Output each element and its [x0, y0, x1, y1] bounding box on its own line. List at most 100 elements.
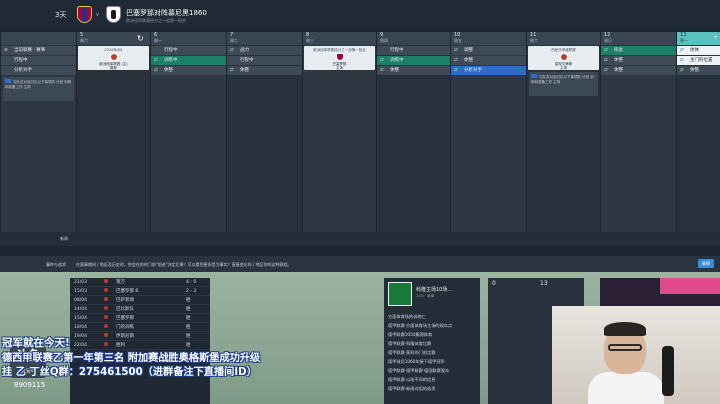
swap-icon: ⇄	[604, 68, 608, 73]
calendar-day-column[interactable]: 5 周六 ↻ 2026年4月 欧洲冠军联赛 (主) 赛前	[76, 32, 150, 232]
news-item[interactable]: 德甲联赛·莫科的门前比赛	[388, 348, 478, 357]
calendar-day-column[interactable]: 8 周三 欧洲冠军联赛经分之一战第一回合 巴塞罗那 主场	[302, 32, 376, 232]
fixture-row[interactable]: 19/04 伊斯尼斯 胜	[70, 332, 210, 341]
training-slot[interactable]: ⊕ 当前联赛 · 赛事	[1, 46, 76, 55]
fixture-result: 胜	[186, 316, 191, 321]
schedule-calendar: ⊕ 当前联赛 · 赛事 行程中 分析对手 与队友对话讨论以下事项的 计划 训练和准备工作…	[0, 32, 720, 232]
calendar-day-column[interactable]: 13 周一 + ⇄ 体休 ⇄ 主门的位置 ⇄ 休整	[676, 32, 720, 232]
fixture-row[interactable]: 08/04 巴萨新闻 胜	[70, 296, 210, 305]
weekday-label: 周三	[306, 38, 314, 43]
weekday-label: 周六	[530, 38, 538, 43]
training-slot[interactable]: ⇄ 分析对手	[451, 66, 526, 75]
news-strip: 新闻	[0, 232, 720, 246]
news-item[interactable]: 德甲联赛1050集锦体育	[388, 330, 478, 339]
fixture-date: 19/04	[74, 334, 87, 339]
event-note[interactable]: 与队友对话讨论以下事项的 计划 训练和准备工作 主场	[529, 72, 598, 96]
match-card[interactable]: 西班牙甲级联赛 皇家贝蒂斯 主场	[528, 46, 599, 70]
fixture-opponent: 伊斯尼斯	[116, 334, 134, 339]
training-slot[interactable]: ⇄ 休整	[451, 56, 526, 65]
news-item[interactable]: 方面体育场的训练仁	[388, 312, 478, 321]
training-slot[interactable]: ⇄ 休整	[227, 66, 302, 75]
training-slot[interactable]: 分析对手	[1, 66, 76, 75]
news-item[interactable]: 德甲联赛·以前不同的信息	[388, 375, 478, 384]
pink-banner	[660, 278, 720, 294]
training-slot[interactable]: ⇄ 休整	[601, 56, 676, 65]
news-thumbnail[interactable]	[388, 282, 412, 306]
calendar-day-header: 11 周六	[527, 32, 600, 45]
calendar-day-header: 7 周二	[227, 32, 302, 45]
training-slot[interactable]: ⇄ 调整	[451, 46, 526, 55]
news-item[interactable]: 德甲球员1060年接下德甲冠军	[388, 357, 478, 366]
swap-icon: ⇄	[604, 58, 608, 63]
training-slot[interactable]: ⇄ 恢复	[601, 46, 676, 55]
match-header: 3天 v 巴塞罗那对阵慕尼黑1860 欧洲冠军联赛经分之一战第一回合	[0, 0, 720, 30]
training-slot[interactable]: ⇄ 休整	[377, 66, 450, 75]
training-slot[interactable]: ⇄ 战力	[227, 46, 302, 55]
swap-icon: ⇄	[154, 68, 158, 73]
fixture-row[interactable]: 18/04 门的训练 胜	[70, 323, 210, 332]
swap-icon: ⇄	[230, 48, 234, 53]
training-slot-label: 休整	[614, 58, 623, 63]
news-item[interactable]: 德甲联赛·德甲联赛·德国联赛观众	[388, 366, 478, 375]
swap-icon: ⇄	[380, 58, 384, 63]
weekday-label: 周一	[154, 38, 162, 43]
news-item[interactable]: 德甲联赛·科隆体育比赛	[388, 339, 478, 348]
fixture-opponent: 莱万	[116, 280, 125, 285]
match-subtitle: 欧洲冠军联赛经分之一战第一回合	[126, 18, 186, 23]
event-note[interactable]: 与队友对话讨论以下事项的 计划 训练和准备工作 主场	[3, 77, 74, 101]
club-badge-icon	[104, 279, 108, 283]
calendar-day-column[interactable]: ⊕ 当前联赛 · 赛事 行程中 分析对手与队友对话讨论以下事项的 计划 训练和准备工作…	[0, 32, 76, 232]
club-badge-icon	[104, 288, 108, 292]
fixture-row[interactable]: 15/03 巴塞罗那 B 2 - 3	[70, 287, 210, 296]
news-item[interactable]: 德甲联赛·新闻对组的选项	[388, 384, 478, 393]
calendar-day-column[interactable]: 11 周六 西班牙甲级联赛 皇家贝蒂斯 主场 与队友对话讨论以下事项的 计划 训练和准备工…	[526, 32, 600, 232]
training-slot-label: 训练中	[164, 58, 178, 63]
fixture-row[interactable]: 15/04 巴塞罗那 胜	[70, 314, 210, 323]
match-card-venue: 主场	[336, 66, 343, 70]
swap-icon: ⇄	[230, 68, 234, 73]
match-title[interactable]: 巴塞罗那对阵慕尼黑1860	[126, 8, 207, 18]
weekday-label: 周四	[380, 38, 388, 43]
news-panel: 科隆主场10场… 1.05 · 新闻 方面体育场的训练仁 德甲联赛·方面体育场主场…	[384, 278, 480, 404]
add-event-icon[interactable]: +	[713, 34, 718, 41]
fixture-opponent: 巴萨新闻	[116, 298, 134, 303]
event-description-bar: 事件与战术 在赛事期间 / 地区及历史时，你会在你的门前"前进"决定后果？可以看…	[0, 256, 720, 272]
training-slot-label: 主门的位置	[690, 58, 713, 63]
news-list: 方面体育场的训练仁 德甲联赛·方面体育场主场的观众点 德甲联赛1050集锦体育 德甲联…	[388, 312, 478, 393]
training-slot[interactable]: ⇄ 休整	[601, 66, 676, 75]
training-slot[interactable]: ⇄ 休整	[151, 66, 226, 75]
calendar-day-column[interactable]: 9 周四 行程中 ⇄ 训练中 ⇄ 休整	[376, 32, 450, 232]
calendar-day-column[interactable]: 12 周日 ⇄ 恢复 ⇄ 休整 ⇄ 休整	[600, 32, 676, 232]
training-slot[interactable]: 行程中	[1, 56, 76, 65]
match-card[interactable]: 2026年4月 欧洲冠军联赛 (主) 赛前	[78, 46, 149, 70]
explain-button[interactable]: 解释	[698, 259, 714, 268]
fixture-date: 21/03	[74, 280, 87, 285]
training-slot[interactable]: ⇄ 体休	[677, 46, 720, 55]
calendar-day-column[interactable]: 10 周五 ⇄ 调整 ⇄ 休整 ⇄ 分析对手	[450, 32, 526, 232]
training-slot[interactable]: ⇄ 训练中	[151, 56, 226, 65]
swap-icon: ⇄	[454, 68, 458, 73]
fixture-row[interactable]: 14/04 巴比斯队 胜	[70, 305, 210, 314]
training-slot-label: 休整	[464, 58, 473, 63]
training-slot[interactable]: ⇄ 主门的位置	[677, 56, 720, 65]
fixture-opponent: 巴塞罗那	[116, 316, 134, 321]
training-slot[interactable]: ⇄ 训练中	[377, 56, 450, 65]
calendar-day-column[interactable]: 6 周一 行程中 ⇄ 训练中 ⇄ 休整	[150, 32, 226, 232]
fixture-row[interactable]: 21/03 莱万 4 - 0	[70, 278, 210, 287]
training-slot[interactable]: 行程中	[227, 56, 302, 65]
fixture-date: 08/04	[74, 298, 87, 303]
club-crest-icon	[559, 53, 568, 61]
training-slot[interactable]: ⇄ 休整	[677, 66, 720, 75]
training-slot[interactable]: 行程中	[377, 46, 450, 55]
swap-icon: ⊕	[4, 48, 8, 53]
refresh-icon[interactable]: ↻	[137, 34, 144, 43]
news-item[interactable]: 德甲联赛·方面体育场主场的观众点	[388, 321, 478, 330]
training-slot[interactable]: 行程中	[151, 46, 226, 55]
news-headline[interactable]: 科隆主场10场…	[416, 286, 452, 293]
club-crest-icon	[109, 53, 118, 61]
training-slot-label: 分析对手	[464, 68, 482, 73]
match-card[interactable]: 欧洲冠军联赛经分之一战第一回合 巴塞罗那 主场	[304, 46, 375, 70]
calendar-day-column[interactable]: 7 周二 ⇄ 战力 行程中 ⇄ 休整	[226, 32, 302, 232]
fixture-date: 15/03	[74, 289, 87, 294]
training-slot-label: 休整	[614, 68, 623, 73]
